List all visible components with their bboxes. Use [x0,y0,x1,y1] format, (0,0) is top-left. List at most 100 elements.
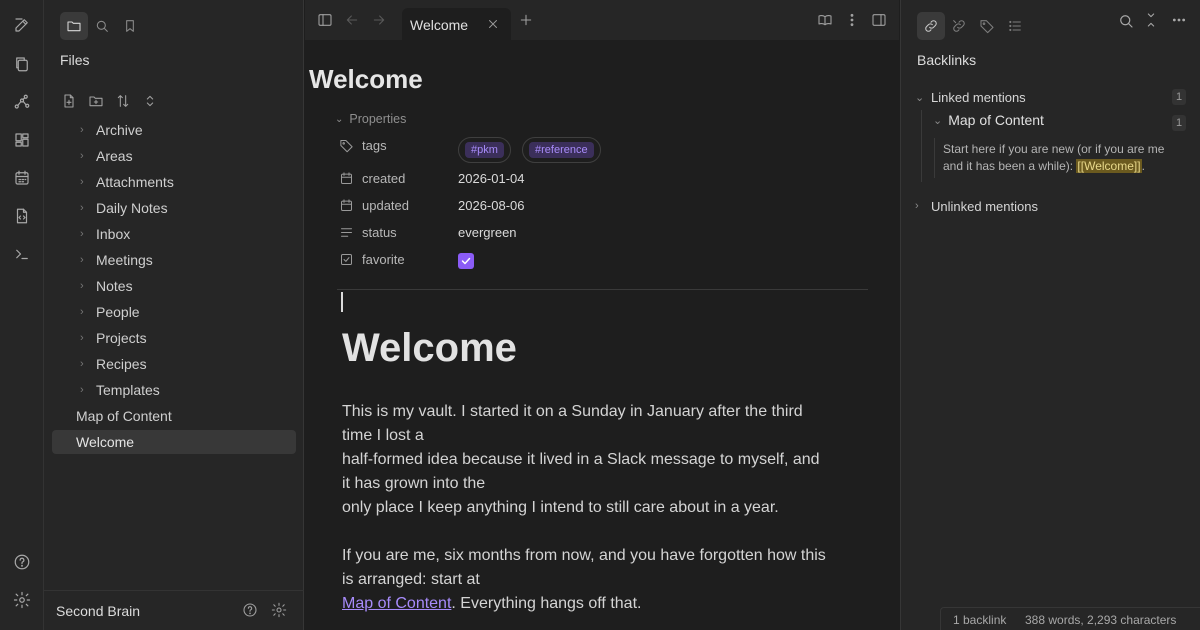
text-cursor [341,292,343,312]
source-note-label: Map of Content [948,112,1044,128]
tree-item-label: Attachments [96,174,174,190]
close-icon[interactable] [486,17,500,31]
properties-divider [337,289,868,290]
tree-folder-inbox[interactable]: › Inbox [52,222,296,246]
bookmarks-tab[interactable] [116,12,144,40]
sort-button[interactable] [112,90,134,112]
note-heading[interactable]: Welcome [342,326,517,371]
snippet-text: . [1141,159,1145,173]
tag-pill-reference[interactable]: #reference [522,137,601,163]
tree-item-label: Daily Notes [96,200,168,216]
word-count[interactable]: 388 words, 2,293 characters [1025,613,1176,627]
calendar-icon [339,198,354,213]
unlinked-mentions-header[interactable]: › Unlinked mentions [915,196,1191,216]
search-icon[interactable] [1117,12,1135,30]
chevron-right-icon: › [80,202,84,214]
more-options-icon[interactable] [1171,12,1189,30]
snippet-highlight: [[Welcome]] [1076,159,1142,173]
internal-link-map-of-content[interactable]: Map of Content [342,595,451,612]
tree-file-welcome[interactable]: Welcome [52,430,296,454]
tree-item-label: People [96,304,140,320]
tree-item-label: Map of Content [76,408,172,424]
help-icon[interactable] [11,551,33,573]
checkbox-icon [339,252,354,267]
property-key: tags [362,138,387,153]
files-copy-icon[interactable] [11,53,33,75]
text-line: only place I keep anything I intend to s… [342,499,779,516]
tree-item-label: Areas [96,148,133,164]
property-value[interactable]: 2026-01-04 [458,171,525,186]
tags-tab[interactable] [973,12,1001,40]
tree-folder-templates[interactable]: › Templates [52,378,296,402]
tree-folder-archive[interactable]: › Archive [52,118,296,142]
properties-header[interactable]: ⌄ Properties [335,112,406,126]
tree-file-map-of-content[interactable]: Map of Content [52,404,296,428]
tree-item-label: Archive [96,122,143,138]
new-note-icon[interactable] [11,14,33,36]
tree-item-label: Notes [96,278,133,294]
tab-welcome[interactable]: Welcome [402,8,511,40]
text-line: half-formed idea because it lived in a S… [342,451,820,468]
property-key: created [362,171,406,186]
collapse-results-icon[interactable] [1143,12,1161,30]
new-note-button[interactable] [58,90,80,112]
reading-view-book-icon[interactable] [816,11,834,29]
graph-view-icon[interactable] [11,91,33,113]
chevron-right-icon: › [80,384,84,396]
source-count-badge: 1 [1172,115,1186,131]
file-explorer-tab[interactable] [60,12,88,40]
chevron-right-icon: › [80,254,84,266]
property-key: updated [362,198,409,213]
toggle-sidebar-icon[interactable] [316,11,334,29]
inline-title[interactable]: Welcome [309,64,423,95]
backlink-source-map-of-content[interactable]: ⌄ Map of Content [933,112,1044,128]
property-key: favorite [362,252,405,267]
tree-folder-recipes[interactable]: › Recipes [52,352,296,376]
tree-folder-notes[interactable]: › Notes [52,274,296,298]
calendar-icon[interactable] [11,167,33,189]
forward-arrow-icon[interactable] [370,11,388,29]
tree-folder-meetings[interactable]: › Meetings [52,248,296,272]
linked-count-badge: 1 [1172,89,1186,105]
tree-folder-daily-notes[interactable]: › Daily Notes [52,196,296,220]
collapse-all-button[interactable] [139,90,161,112]
favorite-checkbox[interactable] [458,253,474,269]
backlink-count[interactable]: 1 backlink [953,613,1006,627]
chevron-right-icon: › [80,306,84,318]
terminal-icon[interactable] [11,243,33,265]
tag-pill-pkm[interactable]: #pkm [458,137,511,163]
property-value[interactable]: evergreen [458,225,517,240]
tree-folder-projects[interactable]: › Projects [52,326,296,350]
paragraph-1[interactable]: This is my vault. I started it on a Sund… [342,400,862,520]
paragraph-2[interactable]: If you are me, six months from now, and … [342,544,862,616]
chevron-right-icon: › [80,332,84,344]
new-folder-button[interactable] [85,90,107,112]
toggle-right-sidebar-icon[interactable] [870,11,888,29]
text-lines-icon [339,225,354,240]
new-tab-plus-icon[interactable] [517,11,535,29]
tree-folder-people[interactable]: › People [52,300,296,324]
chevron-down-icon: ⌄ [915,91,925,104]
calendar-icon [339,171,354,186]
vault-switcher[interactable]: Second Brain [56,603,140,619]
settings-gear-icon[interactable] [11,589,33,611]
linked-mentions-header[interactable]: ⌄ Linked mentions [915,87,1191,107]
backlink-snippet[interactable]: Start here if you are new (or if you are… [943,141,1187,175]
back-arrow-icon[interactable] [343,11,361,29]
property-status: status evergreen [339,222,869,244]
chevron-right-icon: › [80,358,84,370]
help-icon[interactable] [242,602,260,620]
more-options-icon[interactable] [843,11,861,29]
templates-icon[interactable] [11,205,33,227]
settings-gear-icon[interactable] [271,602,289,620]
backlinks-tab[interactable] [917,12,945,40]
chevron-right-icon: › [80,228,84,240]
search-tab[interactable] [88,12,116,40]
tree-folder-attachments[interactable]: › Attachments [52,170,296,194]
canvas-icon[interactable] [11,129,33,151]
tree-folder-areas[interactable]: › Areas [52,144,296,168]
property-favorite: favorite [339,249,869,271]
property-value[interactable]: 2026-08-06 [458,198,525,213]
outline-tab[interactable] [1001,12,1029,40]
outgoing-links-tab[interactable] [945,12,973,40]
